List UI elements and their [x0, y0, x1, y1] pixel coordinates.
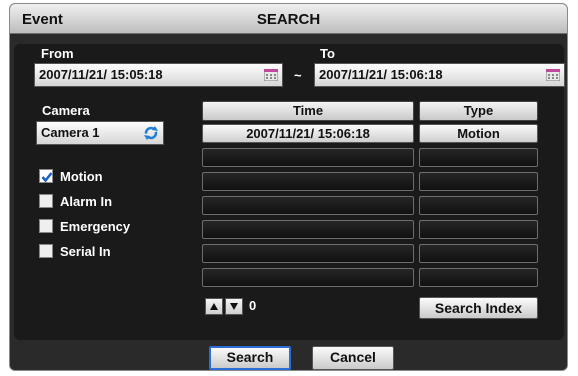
window-title-search: SEARCH: [256, 11, 321, 28]
emergency-label: Emergency: [60, 218, 131, 234]
arrow-up-icon: [210, 303, 218, 310]
arrow-down-icon: [230, 303, 238, 310]
camera-select[interactable]: Camera 1: [36, 121, 164, 145]
result-type-cell[interactable]: Motion: [419, 124, 538, 143]
result-time-cell[interactable]: 2007/11/21/ 15:06:18: [202, 124, 414, 143]
filter-motion[interactable]: Motion: [39, 167, 103, 185]
emergency-checkbox[interactable]: [39, 219, 53, 233]
event-search-window: Event SEARCH From To 2007/11/21/ 15:05:1…: [9, 3, 568, 371]
serial-in-checkbox[interactable]: [39, 244, 53, 258]
camera-label: Camera: [42, 103, 90, 118]
serial-in-label: Serial In: [60, 243, 111, 259]
result-time-cell[interactable]: [202, 244, 414, 263]
search-index-button[interactable]: Search Index: [419, 297, 538, 319]
filter-serial-in[interactable]: Serial In: [39, 242, 111, 260]
filter-alarm-in[interactable]: Alarm In: [39, 192, 112, 210]
refresh-icon[interactable]: [143, 125, 159, 141]
alarm-in-label: Alarm In: [60, 193, 113, 209]
to-datetime-value: 2007/11/21/ 15:06:18: [319, 67, 443, 82]
result-time-cell[interactable]: [202, 148, 414, 167]
range-separator: ~: [294, 68, 302, 83]
result-time-cell[interactable]: [202, 196, 414, 215]
search-button[interactable]: Search: [209, 346, 291, 370]
result-type-cell[interactable]: [419, 148, 538, 167]
title-bar: Event SEARCH: [10, 4, 567, 34]
result-type-cell[interactable]: [419, 220, 538, 239]
result-type-cell[interactable]: [419, 172, 538, 191]
result-type-cell[interactable]: [419, 268, 538, 287]
calendar-icon[interactable]: [546, 69, 560, 81]
result-time-cell[interactable]: [202, 220, 414, 239]
page-up-button[interactable]: [205, 298, 223, 315]
from-datetime-field[interactable]: 2007/11/21/ 15:05:18: [34, 63, 283, 87]
result-type-cell[interactable]: [419, 244, 538, 263]
result-time-cell[interactable]: [202, 268, 414, 287]
result-time-cell[interactable]: [202, 172, 414, 191]
camera-select-value: Camera 1: [41, 125, 100, 140]
motion-checkbox[interactable]: [39, 169, 53, 183]
from-datetime-value: 2007/11/21/ 15:05:18: [39, 67, 163, 82]
result-type-cell[interactable]: [419, 196, 538, 215]
filter-emergency[interactable]: Emergency: [39, 217, 130, 235]
time-column-header: Time: [202, 101, 414, 121]
page-number: 0: [249, 298, 257, 313]
calendar-icon[interactable]: [264, 69, 278, 81]
to-label: To: [320, 46, 335, 61]
page-down-button[interactable]: [225, 298, 243, 315]
alarm-in-checkbox[interactable]: [39, 194, 53, 208]
checkmark-icon: [41, 172, 53, 183]
from-label: From: [41, 46, 74, 61]
motion-label: Motion: [60, 168, 103, 184]
to-datetime-field[interactable]: 2007/11/21/ 15:06:18: [314, 63, 565, 87]
cancel-button[interactable]: Cancel: [312, 346, 394, 370]
type-column-header: Type: [419, 101, 538, 121]
